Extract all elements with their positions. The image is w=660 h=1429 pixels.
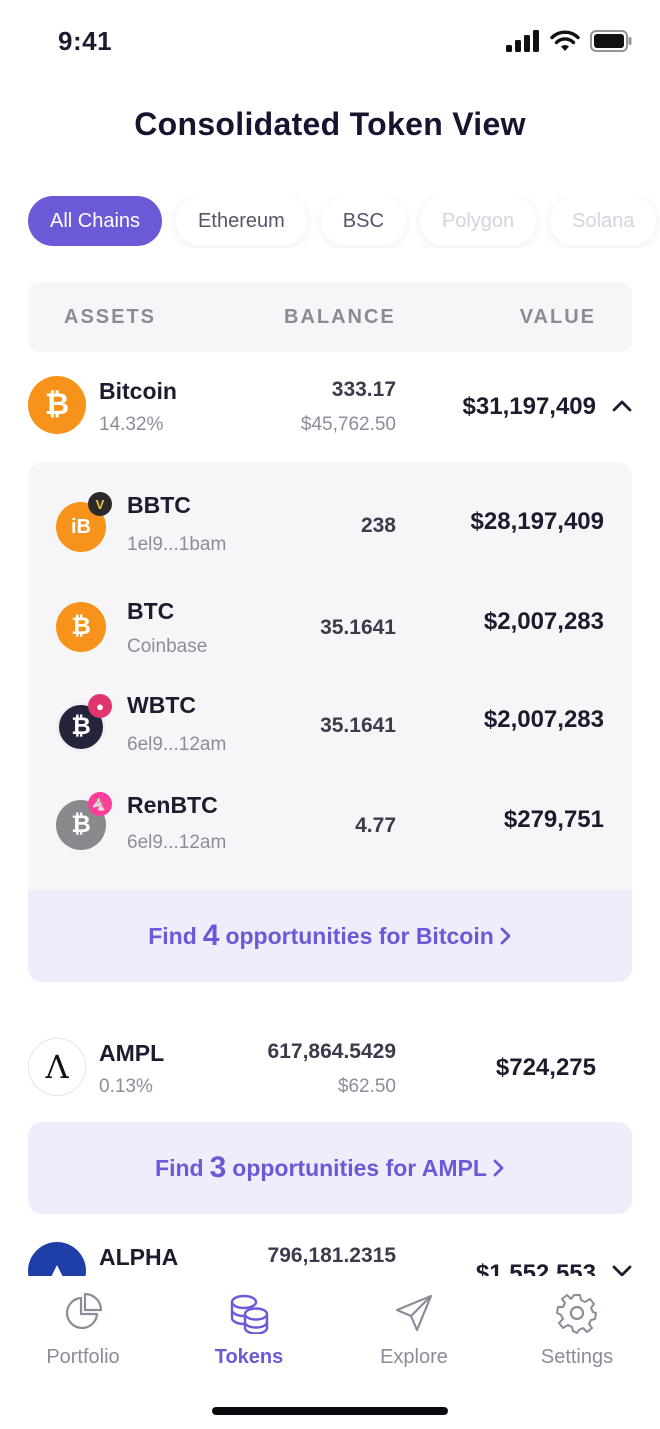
sub-asset-name: WBTC <box>127 692 196 718</box>
gear-icon <box>556 1294 597 1334</box>
asset-name: AMPL <box>99 1040 165 1066</box>
btc-logo-icon: ₿ <box>56 602 106 652</box>
sub-asset-name: BTC <box>127 598 175 624</box>
asset-percent: 0.13% <box>99 1076 153 1097</box>
asset-value: $1,552,553 <box>475 1260 596 1276</box>
sub-asset-value: $279,751 <box>503 806 604 833</box>
coins-icon <box>230 1294 269 1334</box>
header-value: VALUE <box>519 306 596 328</box>
tab-label: Settings <box>540 1346 614 1368</box>
wifi-icon <box>550 30 580 51</box>
opp-prefix: Find <box>155 1154 204 1181</box>
bitcoin-expanded-panel: iB V BBTC 1el9...1bam 238 $28,197,409 ₿ … <box>28 462 632 982</box>
sub-asset-address: 1el9...1bam <box>127 534 227 555</box>
opp-suffix: opportunities for AMPL <box>232 1154 487 1181</box>
sub-asset-balance: 35.1641 <box>320 714 396 737</box>
asset-name: ALPHA <box>99 1244 179 1270</box>
chip-ethereum[interactable]: Ethereum <box>176 196 307 246</box>
sub-asset-row-btc[interactable]: ₿ BTC Coinbase 35.1641 $2,007,283 <box>28 594 632 684</box>
asset-balance: 333.17 <box>331 378 396 401</box>
tab-label: Explore <box>380 1346 448 1368</box>
bitcoin-logo-icon: ₿ <box>28 376 86 434</box>
asset-value: $724,275 <box>495 1054 596 1081</box>
status-icons <box>506 30 632 52</box>
sub-asset-value: $2,007,283 <box>483 706 604 733</box>
sub-asset-address: 6el9...12am <box>127 832 227 853</box>
home-indicator <box>212 1407 448 1415</box>
chip-all-chains[interactable]: All Chains <box>28 196 163 246</box>
sub-asset-balance: 35.1641 <box>320 616 396 639</box>
battery-icon <box>590 30 632 52</box>
sub-asset-row-renbtc[interactable]: ₿ 🦄 RenBTC 6el9...12am 4.77 $279,751 <box>28 792 632 882</box>
asset-row-bitcoin[interactable]: ₿ Bitcoin 14.32% 333.17 $45,762.50 $31,1… <box>0 362 660 452</box>
sub-asset-balance: 4.77 <box>355 814 396 837</box>
sub-asset-name: BBTC <box>127 492 191 518</box>
chevron-right-icon <box>500 927 511 945</box>
sub-asset-value: $28,197,409 <box>470 508 604 535</box>
sub-asset-row-wbtc[interactable]: ₿ ● WBTC 6el9...12am 35.1641 $2,007,283 <box>28 692 632 784</box>
tab-portfolio[interactable]: Portfolio <box>18 1292 148 1369</box>
chevron-up-icon[interactable] <box>612 398 632 412</box>
wbtc-chain-badge-icon: ● <box>88 694 112 718</box>
bitcoin-opportunities-button[interactable]: Find 4 opportunities for Bitcoin <box>28 890 632 982</box>
asset-value: $31,197,409 <box>462 393 596 420</box>
ampl-opportunities-button[interactable]: Find 3 opportunities for AMPL <box>28 1122 632 1214</box>
opp-count: 4 <box>202 919 220 952</box>
asset-percent: 14.32% <box>99 414 164 435</box>
header-balance: BALANCE <box>284 306 396 328</box>
bottom-tab-bar: Portfolio Tokens Explore Settings <box>0 1276 660 1429</box>
chip-solana[interactable]: Solana <box>550 196 657 246</box>
opp-suffix: opportunities for Bitcoin <box>225 922 494 949</box>
chevron-right-icon <box>493 1159 504 1177</box>
bbtc-chain-badge-icon: V <box>88 492 112 516</box>
signal-icon <box>506 30 539 52</box>
chevron-down-icon[interactable] <box>612 1264 632 1276</box>
page-title: Consolidated Token View <box>134 106 526 142</box>
tab-settings[interactable]: Settings <box>512 1292 642 1369</box>
sub-asset-name: RenBTC <box>127 792 218 818</box>
asset-name: Bitcoin <box>99 378 177 404</box>
opp-prefix: Find <box>148 922 197 949</box>
sub-asset-row-bbtc[interactable]: iB V BBTC 1el9...1bam 238 $28,197,409 <box>28 488 632 584</box>
opp-count: 3 <box>209 1151 227 1184</box>
chip-bsc[interactable]: BSC <box>320 196 406 246</box>
table-header: ASSETS BALANCE VALUE <box>28 282 632 352</box>
sub-asset-value: $2,007,283 <box>483 608 604 635</box>
chip-polygon[interactable]: Polygon <box>419 196 537 246</box>
asset-row-alpha[interactable]: ▲ ALPHA 796,181.2315 $1,552,553 <box>0 1236 660 1276</box>
status-bar: 9:41 <box>0 0 660 80</box>
asset-row-ampl[interactable]: Λ AMPL 0.13% 617,864.5429 $62.50 $724,27… <box>0 1030 660 1110</box>
asset-price: $62.50 <box>337 1076 396 1097</box>
sub-asset-address: 6el9...12am <box>127 734 227 755</box>
sub-asset-balance: 238 <box>360 514 396 537</box>
send-icon <box>395 1294 433 1332</box>
tab-label: Tokens <box>214 1346 284 1368</box>
sub-asset-exchange: Coinbase <box>127 636 208 657</box>
tab-tokens[interactable]: Tokens <box>184 1292 314 1369</box>
chain-filter-chips: All Chains Ethereum BSC Polygon Solana <box>28 196 660 248</box>
status-time: 9:41 <box>58 26 113 56</box>
tab-label: Portfolio <box>46 1346 120 1368</box>
header-assets: ASSETS <box>64 306 157 328</box>
tab-explore[interactable]: Explore <box>349 1292 479 1369</box>
ampl-logo-icon: Λ <box>28 1038 86 1096</box>
pie-chart-icon <box>65 1292 103 1330</box>
renbtc-chain-badge-icon: 🦄 <box>88 792 112 816</box>
alpha-logo-icon: ▲ <box>28 1242 86 1276</box>
asset-balance: 796,181.2315 <box>267 1244 396 1267</box>
asset-balance: 617,864.5429 <box>267 1040 396 1063</box>
asset-price: $45,762.50 <box>300 414 396 435</box>
